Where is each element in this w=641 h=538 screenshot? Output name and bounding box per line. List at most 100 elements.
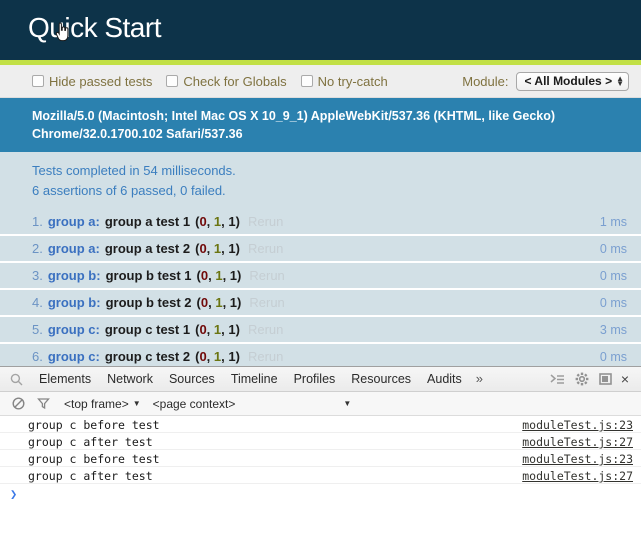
checkbox-box[interactable]	[166, 75, 179, 87]
tab-sources[interactable]: Sources	[161, 367, 223, 391]
table-row[interactable]: 6. group c: group c test 2 (0, 1, 1) Rerun 0 …	[0, 344, 641, 366]
dock-position-icon[interactable]	[594, 372, 618, 386]
test-module-name: group c:	[47, 322, 100, 338]
test-results-list: 1. group a: group a test 1 (0, 1, 1) Rerun 1 …	[0, 209, 641, 366]
assertions-passed: 1	[213, 241, 222, 257]
assertions-failed: 0	[199, 349, 207, 365]
assertions-failed: 0	[200, 295, 209, 311]
console-message: group c before test moduleTest.js:23	[0, 416, 641, 433]
table-row[interactable]: 4. group b: group b test 2 (0, 1, 1) Rerun 0 …	[0, 290, 641, 318]
test-index: 6.	[32, 349, 43, 365]
checkbox-hide-passed-tests[interactable]: Hide passed tests	[32, 74, 152, 89]
test-runtime: 0 ms	[599, 242, 627, 257]
checkbox-label: Hide passed tests	[49, 73, 153, 89]
console-source-link[interactable]: moduleTest.js:27	[522, 469, 633, 483]
test-summary: Tests completed in 54 milliseconds. 6 as…	[0, 152, 641, 210]
test-name: group b test 1	[105, 268, 192, 284]
checkbox-no-try-catch[interactable]: No try-catch	[300, 74, 388, 89]
tab-elements[interactable]: Elements	[31, 367, 99, 391]
rerun-link[interactable]: Rerun	[248, 322, 283, 337]
table-row[interactable]: 3. group b: group b test 1 (0, 1, 1) Rerun 0 …	[0, 263, 641, 291]
test-runtime: 0 ms	[599, 296, 627, 311]
clear-console-icon[interactable]	[6, 397, 31, 410]
console-source-link[interactable]: moduleTest.js:27	[522, 435, 633, 449]
console-filter-bar: <top frame> ▼ <page context> ▼	[0, 392, 641, 416]
console-message-text: group c after test	[28, 435, 153, 449]
tab-audits[interactable]: Audits	[419, 367, 470, 391]
test-runtime: 1 ms	[599, 215, 627, 230]
summary-duration: Tests completed in 54 milliseconds.	[32, 163, 236, 179]
toolbar-checkbox-group: Hide passed tests Check for Globals No t…	[32, 74, 462, 89]
module-filter: Module: < All Modules > ▲ ▼	[462, 71, 629, 91]
qunit-header: Quick Start	[0, 0, 641, 60]
search-icon[interactable]	[10, 373, 23, 386]
rerun-link[interactable]: Rerun	[248, 214, 283, 229]
console-message-text: group c before test	[28, 452, 160, 466]
test-module-name: group c:	[47, 349, 100, 365]
assertions-passed: 1	[213, 349, 222, 365]
console-drawer-icon[interactable]	[545, 373, 570, 386]
test-module-name: group b:	[47, 295, 101, 311]
qunit-test-runner: Quick Start Hide passed tests Check for …	[0, 0, 641, 366]
summary-assertions: 6 assertions of 6 passed, 0 failed.	[32, 182, 226, 198]
close-devtools-button[interactable]: ×	[618, 367, 635, 391]
assertions-passed: 1	[213, 214, 222, 230]
test-module-name: group b:	[47, 268, 101, 284]
rerun-link[interactable]: Rerun	[249, 295, 284, 310]
test-module-name: group a:	[47, 214, 100, 230]
assertions-passed: 1	[215, 268, 223, 284]
test-runtime: 3 ms	[599, 323, 627, 338]
test-index: 2.	[32, 241, 43, 257]
assertions-total: 1	[229, 268, 238, 284]
console-message-list: group c before test moduleTest.js:23 group…	[0, 416, 641, 484]
console-prompt[interactable]: ❯	[0, 484, 641, 503]
assertion-counts: (0, 1, 1)	[195, 349, 240, 365]
assertions-total: 1	[228, 241, 236, 257]
assertion-counts: (0, 1, 1)	[195, 214, 240, 230]
table-row[interactable]: 2. group a: group a test 2 (0, 1, 1) Rerun 0 …	[0, 236, 641, 264]
checkbox-box[interactable]	[300, 75, 313, 87]
table-row[interactable]: 5. group c: group c test 1 (0, 1, 1) Rerun 3 …	[0, 317, 641, 345]
checkbox-check-for-globals[interactable]: Check for Globals	[166, 74, 287, 89]
rerun-link[interactable]: Rerun	[248, 241, 283, 256]
devtools-panel: Elements Network Sources Timeline Profil…	[0, 366, 641, 538]
console-message-text: group c before test	[28, 418, 160, 432]
test-name: group c test 1	[104, 322, 191, 338]
module-filter-label: Module:	[462, 73, 509, 89]
context-chevron-down-icon[interactable]: ▼	[343, 399, 351, 408]
assertions-total: 1	[228, 349, 236, 365]
test-name: group b test 2	[105, 295, 192, 311]
console-source-link[interactable]: moduleTest.js:23	[522, 452, 633, 466]
assertions-failed: 0	[199, 214, 207, 230]
test-index: 4.	[32, 295, 43, 311]
test-module-name: group a:	[47, 241, 100, 257]
context-selector[interactable]: <page context>	[145, 397, 240, 411]
test-name: group c test 2	[104, 349, 191, 365]
assertion-counts: (0, 1, 1)	[195, 322, 240, 338]
tab-network[interactable]: Network	[99, 367, 161, 391]
gear-icon[interactable]	[570, 372, 594, 386]
tab-profiles[interactable]: Profiles	[286, 367, 344, 391]
module-select[interactable]: < All Modules > ▲ ▼	[515, 71, 629, 91]
checkbox-box[interactable]	[32, 75, 44, 87]
assertion-counts: (0, 1, 1)	[195, 241, 240, 257]
more-tabs-button[interactable]: »	[470, 367, 489, 391]
tab-timeline[interactable]: Timeline	[223, 367, 286, 391]
tab-resources[interactable]: Resources	[343, 367, 419, 391]
devtools-tabbar: Elements Network Sources Timeline Profil…	[0, 367, 641, 392]
filter-icon[interactable]	[31, 397, 56, 410]
test-runtime: 0 ms	[599, 269, 627, 284]
test-index: 3.	[32, 268, 43, 284]
table-row[interactable]: 1. group a: group a test 1 (0, 1, 1) Rerun 1 …	[0, 209, 641, 237]
assertions-passed: 1	[215, 295, 223, 311]
stepper-arrows-icon[interactable]: ▲ ▼	[616, 75, 624, 88]
console-message: group c after test moduleTest.js:27	[0, 433, 641, 450]
assertions-passed: 1	[213, 322, 222, 338]
rerun-link[interactable]: Rerun	[249, 268, 284, 283]
console-message: group c before test moduleTest.js:23	[0, 450, 641, 467]
rerun-link[interactable]: Rerun	[248, 349, 283, 364]
console-message: group c after test moduleTest.js:27	[0, 467, 641, 484]
frame-selector[interactable]: <top frame> ▼	[56, 397, 145, 411]
page-title: Quick Start	[28, 12, 161, 43]
console-source-link[interactable]: moduleTest.js:23	[522, 418, 633, 432]
